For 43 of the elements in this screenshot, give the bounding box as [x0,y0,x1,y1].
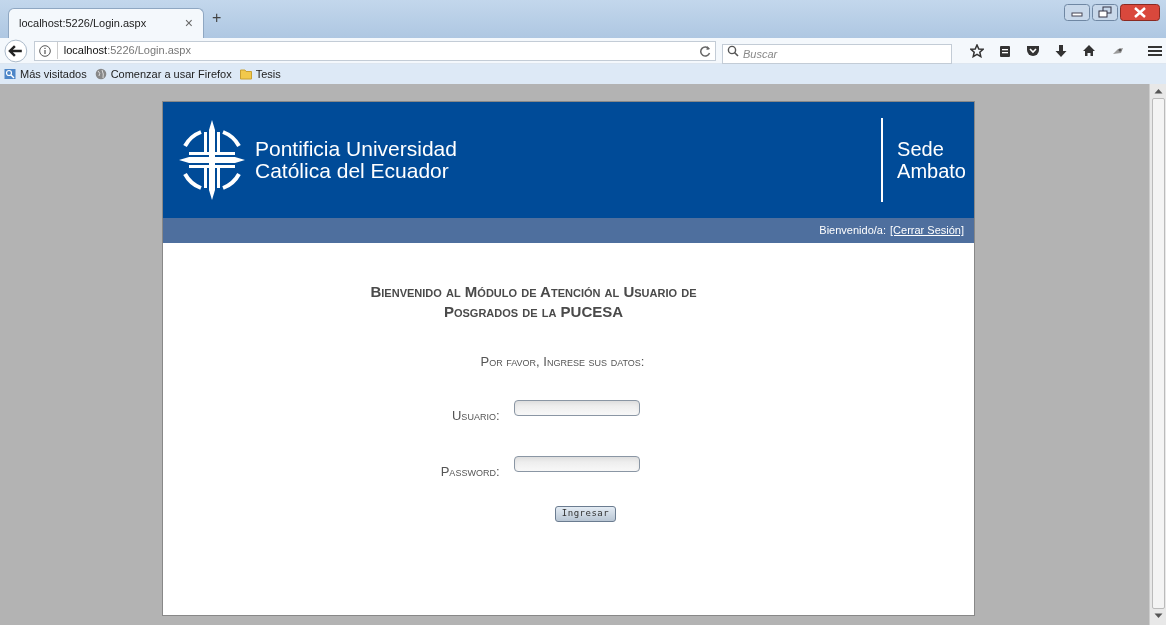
heading-text: Bienvenido al Módulo de Atención al Usuario de [370,282,697,302]
download-icon[interactable] [1055,43,1067,58]
tab-title: localhost:5226/Login.aspx [19,16,148,32]
heading-text: Posgrados de la PUCESA [443,302,624,322]
field-label: Password: [439,463,500,481]
submit-button[interactable]: Ingresar [554,505,617,522]
url-text: localhost:5226/Login.aspx [56,42,695,59]
restore-button[interactable] [1092,4,1118,21]
logout-link[interactable]: [Cerrar Sesión] [890,222,964,239]
bookmark-item[interactable]: Tesis [239,65,281,83]
pocket-icon[interactable] [1026,44,1040,57]
new-tab-button[interactable]: + [212,6,222,30]
input-field[interactable] [513,399,640,416]
minimize-button[interactable] [1064,4,1090,21]
search-field[interactable]: Buscar [722,43,952,64]
address-bar[interactable]: localhost:5226/Login.aspx [33,40,716,61]
folder-icon [239,68,252,80]
scroll-up-icon [1153,88,1163,94]
input-field[interactable] [513,455,640,472]
star-icon[interactable] [970,43,984,58]
back-button[interactable] [4,38,28,63]
home-icon[interactable] [1082,44,1096,57]
university-name: Pontificia Universidad [255,138,458,160]
prompt-text: Por favor, Ingrese sus datos: [480,353,645,371]
clipboard-icon[interactable] [999,43,1011,58]
greeting-text: Bienvenido/a: [819,223,886,239]
info-icon [38,44,51,57]
menu-icon[interactable] [1148,44,1162,57]
scrollbar[interactable] [1149,84,1166,625]
bookmark-item[interactable]: Comenzar a usar Firefox [94,65,232,83]
campus-name: Sede [897,138,945,160]
field-label: Usuario: [451,407,500,425]
reload-icon[interactable] [699,44,711,57]
university-name: Católica del Ecuador [255,160,450,182]
close-window-button[interactable] [1120,4,1160,21]
site-icon [4,68,16,80]
campus-name: Ambato [897,160,966,182]
bookmark-item[interactable]: Más visitados [4,65,87,83]
browser-tab[interactable]: localhost:5226/Login.aspx × [8,8,204,38]
scroll-down-icon [1153,613,1163,619]
search-icon [727,44,739,57]
close-tab-icon[interactable]: × [184,13,193,34]
globe-icon [94,68,107,80]
